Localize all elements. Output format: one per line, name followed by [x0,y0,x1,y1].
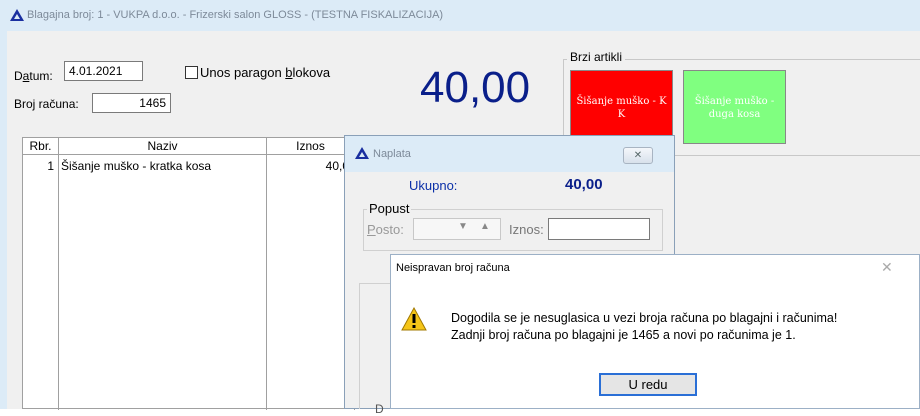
posto-label: Posto: [367,222,404,237]
iznos-input[interactable] [548,218,650,240]
naplata-inner-panel [359,283,390,409]
error-dialog: Neispravan broj računa ✕ Dogodila se je … [390,254,920,409]
datum-label: Datum: [14,69,53,83]
window-title: Blagajna broj: 1 - VUKPA d.o.o. - Frizer… [27,9,444,21]
naplata-app-icon [355,147,369,159]
row-rbr: 1 [47,159,54,173]
naplata-cut-label: D [375,402,384,416]
app-triangle-icon [10,9,24,21]
ukupno-label: Ukupno: [409,178,458,193]
warning-icon [401,307,427,331]
quick-button-kratka[interactable]: Šišanje muško - K K [570,70,673,144]
error-message-line1: Dogodila se je nesuglasica u vezi broja … [451,311,838,325]
close-icon[interactable]: ✕ [881,259,893,276]
posto-spinner[interactable]: ▼ ▲ [413,218,501,240]
row-naziv: Šišanje muško - kratka kosa [61,159,212,173]
column-rbr [23,155,59,410]
broj-racuna-input[interactable]: 1465 [92,93,171,113]
column-naziv [59,155,267,410]
column-iznos [267,155,355,410]
broj-racuna-label: Broj računa: [14,97,79,111]
naplata-titlebar: Naplata ✕ [345,136,674,172]
datum-input[interactable]: 4.01.2021 [64,61,143,81]
chevron-down-icon[interactable]: ▼ [458,221,468,232]
column-header-iznos[interactable]: Iznos [267,138,355,155]
ok-button[interactable]: U redu [599,373,697,396]
quick-articles-label: Brzi artikli [567,50,626,64]
chevron-up-icon[interactable]: ▲ [480,221,490,232]
error-titlebar: Neispravan broj računa ✕ [391,255,919,284]
quick-button-duga[interactable]: Šišanje muško - duga kosa [683,70,786,144]
total-amount: 40,00 [420,63,531,112]
popust-label: Popust [367,201,412,216]
paragon-label[interactable]: Unos paragon blokova [200,65,330,80]
iznos-label: Iznos: [509,222,544,237]
error-message-line2: Zadnji broj računa po blagajni je 1465 a… [451,328,796,342]
row-iznos: 40,0 [325,159,349,173]
error-title: Neispravan broj računa [396,262,510,274]
main-titlebar: Blagajna broj: 1 - VUKPA d.o.o. - Frizer… [0,0,920,30]
main-window: Blagajna broj: 1 - VUKPA d.o.o. - Frizer… [0,0,920,416]
close-icon[interactable]: ✕ [623,147,653,164]
paragon-checkbox[interactable] [185,66,198,79]
column-header-naziv[interactable]: Naziv [59,138,267,155]
column-header-rbr[interactable]: Rbr. [23,138,59,155]
naplata-title: Naplata [373,148,411,160]
ukupno-value: 40,00 [565,176,603,193]
